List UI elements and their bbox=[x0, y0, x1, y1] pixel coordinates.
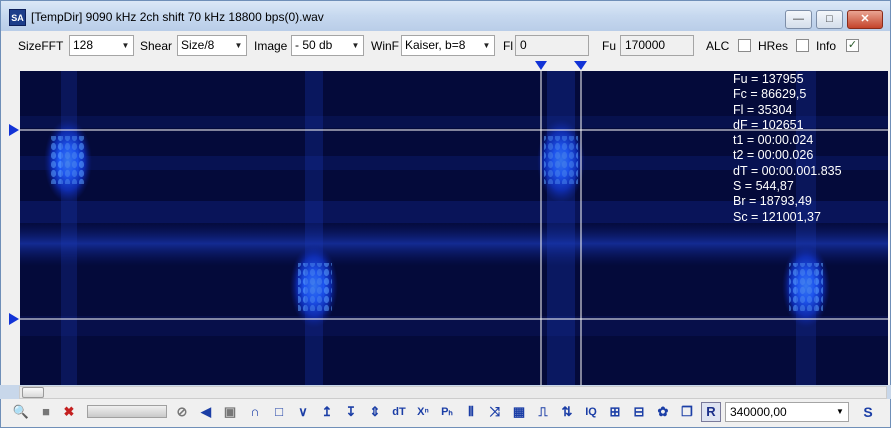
sort-icon[interactable]: ⇅ bbox=[557, 402, 577, 422]
marker-up-icon[interactable]: ↥ bbox=[317, 402, 337, 422]
arc-icon[interactable]: ∩ bbox=[245, 402, 265, 422]
chevron-down-icon: ▼ bbox=[351, 41, 360, 50]
rate-value: 340000,00 bbox=[730, 405, 787, 419]
hres-checkbox[interactable] bbox=[796, 39, 809, 52]
chevron-down-icon: ▼ bbox=[234, 41, 243, 50]
shear-label: Shear bbox=[140, 39, 173, 53]
s-button[interactable]: S bbox=[858, 402, 878, 422]
shear-value: Size/8 bbox=[181, 38, 215, 52]
winf-label: WinF bbox=[371, 39, 399, 53]
t2-marker-icon[interactable] bbox=[574, 61, 587, 70]
info-br: Br = 18793,49 bbox=[733, 194, 812, 209]
info-t2: t2 = 00:00.026 bbox=[733, 148, 814, 163]
zoom-icon[interactable]: 🔍 bbox=[11, 402, 31, 422]
rect-icon[interactable]: □ bbox=[269, 402, 289, 422]
fl-field[interactable]: 0 bbox=[515, 35, 589, 56]
info-fu: Fu = 137955 bbox=[733, 72, 804, 86]
app-icon: SA bbox=[9, 9, 26, 26]
winf-value: Kaiser, b=8 bbox=[405, 38, 466, 52]
parameter-toolbar: SizeFFT 128 ▼ Shear Size/8 ▼ Image - 50 … bbox=[0, 31, 891, 61]
check-icon: ✓ bbox=[847, 39, 858, 51]
info-fc: Fc = 86629,5 bbox=[733, 87, 807, 102]
progress-bar bbox=[87, 405, 167, 418]
gear-icon[interactable]: ✿ bbox=[653, 402, 673, 422]
winf-select[interactable]: Kaiser, b=8 ▼ bbox=[401, 35, 495, 56]
info-sc: Sc = 121001,37 bbox=[733, 209, 821, 224]
speaker-icon[interactable]: ◀ bbox=[196, 402, 216, 422]
v-icon[interactable]: ∨ bbox=[293, 402, 313, 422]
grid-icon[interactable]: ▦ bbox=[509, 402, 529, 422]
carrier-band bbox=[20, 221, 888, 266]
marker-both-icon[interactable]: ⇕ bbox=[365, 402, 385, 422]
sizefft-select[interactable]: 128 ▼ bbox=[69, 35, 134, 56]
minimize-button[interactable]: — bbox=[785, 10, 812, 29]
close-button[interactable]: ✕ bbox=[847, 10, 883, 29]
scrollbar-thumb[interactable] bbox=[22, 387, 44, 398]
info-t1: t1 = 00:00.024 bbox=[733, 133, 814, 148]
sizefft-label: SizeFFT bbox=[18, 39, 64, 53]
pulse-icon[interactable]: ⎍ bbox=[533, 402, 553, 422]
copy-icon[interactable]: ❐ bbox=[677, 402, 697, 422]
info-s: S = 544,87 bbox=[733, 179, 794, 194]
info-checkbox[interactable]: ✓ bbox=[846, 39, 859, 52]
marker-down-icon[interactable]: ↧ bbox=[341, 402, 361, 422]
no-icon[interactable]: ⊘ bbox=[172, 402, 192, 422]
sizefft-value: 128 bbox=[73, 38, 94, 52]
alc-checkbox[interactable] bbox=[738, 39, 751, 52]
image-select[interactable]: - 50 db ▼ bbox=[291, 35, 364, 56]
ph-icon[interactable]: Pₕ bbox=[437, 402, 457, 422]
wave2-icon[interactable]: ⊟ bbox=[629, 402, 649, 422]
info-fl: Fl = 35304 bbox=[733, 102, 793, 117]
chevron-down-icon: ▼ bbox=[836, 407, 844, 416]
title-bar: SA [TempDir] 9090 kHz 2ch shift 70 kHz 1… bbox=[0, 0, 891, 31]
shear-select[interactable]: Size/8 ▼ bbox=[177, 35, 247, 56]
info-df: dF = 102651 bbox=[733, 117, 804, 132]
info-dt: dT = 00:00.001.835 bbox=[733, 163, 842, 178]
t1-marker-icon[interactable] bbox=[535, 61, 547, 70]
info-label: Info bbox=[816, 39, 837, 53]
image-label: Image bbox=[254, 39, 288, 53]
stop-icon[interactable]: ■ bbox=[36, 402, 56, 422]
measurement-info: Fu = 137955 Fc = 86629,5 Fl = 35304 dF =… bbox=[733, 72, 842, 225]
window-title: [TempDir] 9090 kHz 2ch shift 70 kHz 1880… bbox=[31, 10, 324, 24]
lower-marker-icon[interactable] bbox=[9, 313, 19, 325]
cross-icon[interactable]: ⤨ bbox=[485, 402, 505, 422]
delete-icon[interactable]: ✖ bbox=[59, 402, 79, 422]
xn-icon[interactable]: Xⁿ bbox=[413, 402, 433, 422]
upper-marker-icon[interactable] bbox=[9, 124, 19, 136]
wave1-icon[interactable]: ⊞ bbox=[605, 402, 625, 422]
rate-select[interactable]: 340000,00 ▼ bbox=[725, 402, 849, 422]
fu-label: Fu bbox=[602, 39, 617, 53]
image-value: - 50 db bbox=[295, 38, 333, 52]
chevron-down-icon: ▼ bbox=[121, 41, 130, 50]
square-icon[interactable]: ▣ bbox=[220, 402, 240, 422]
hres-label: HRes bbox=[758, 39, 789, 53]
fl-label: Fl bbox=[503, 39, 513, 53]
horizontal-scrollbar[interactable] bbox=[19, 386, 887, 399]
dt-icon[interactable]: dT bbox=[389, 402, 409, 422]
bars-icon[interactable]: ⦀ bbox=[461, 402, 481, 422]
iq-icon[interactable]: IQ bbox=[581, 402, 601, 422]
bottom-toolbar: 🔍 ■ ✖ ⊘ ◀ ▣ ∩ □ ∨ ↥ ↧ ⇕ dT Xⁿ Pₕ ⦀ ⤨ ▦ ⎍… bbox=[0, 399, 891, 428]
maximize-button[interactable]: □ bbox=[816, 10, 843, 29]
r-button[interactable]: R bbox=[701, 402, 721, 422]
chevron-down-icon: ▼ bbox=[482, 41, 491, 50]
fu-field[interactable]: 170000 bbox=[620, 35, 694, 56]
alc-label: ALC bbox=[706, 39, 730, 53]
